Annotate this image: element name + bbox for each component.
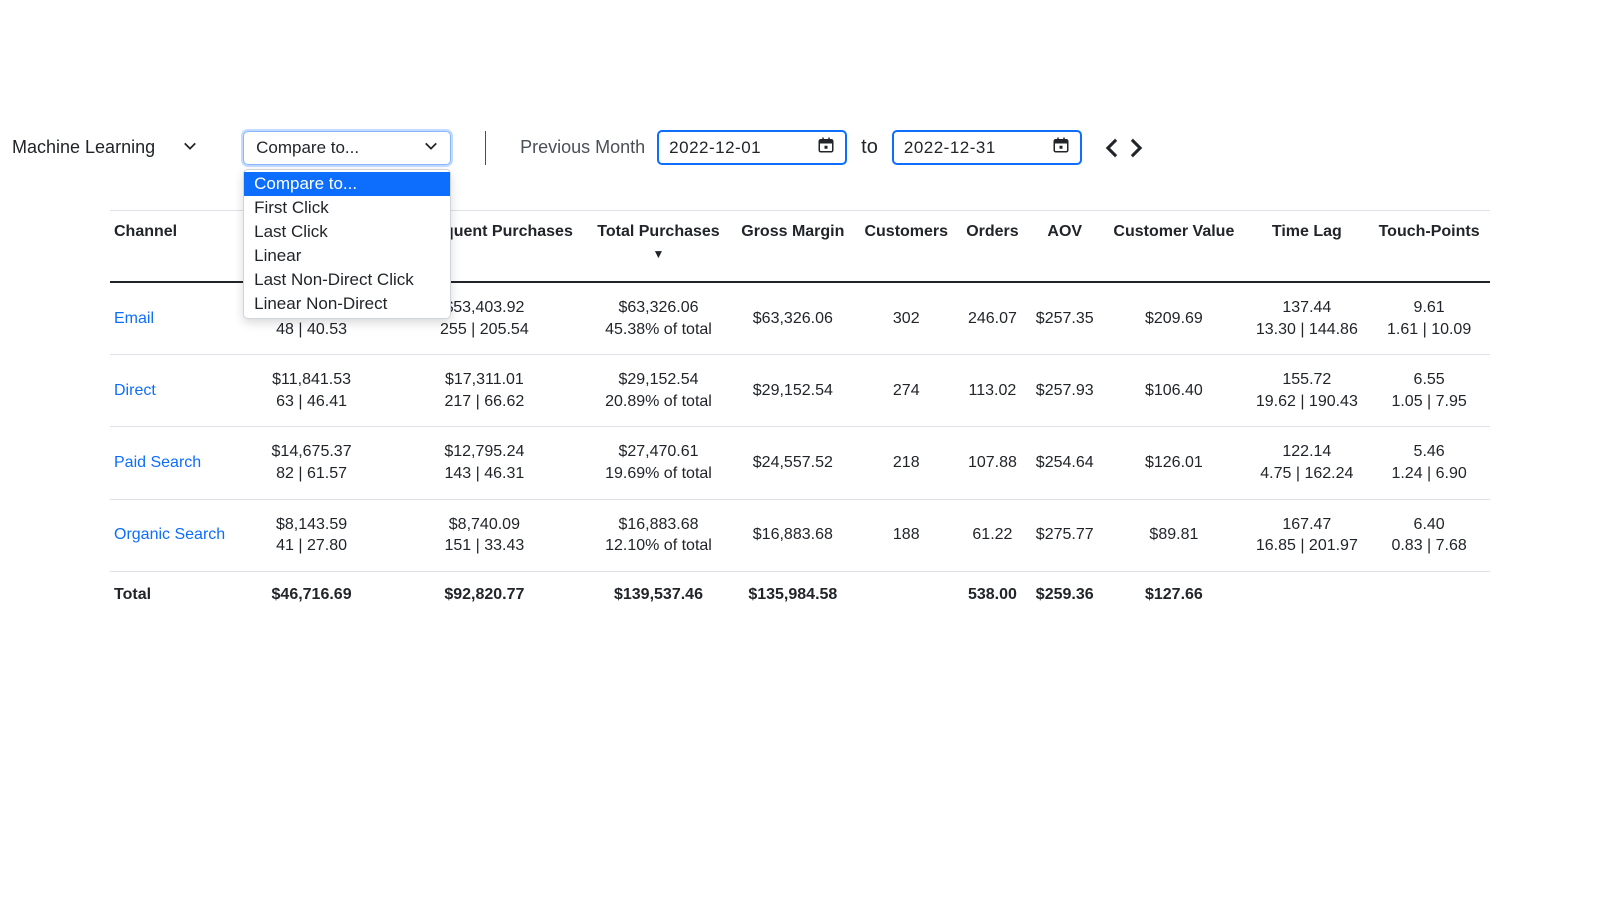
- date-from-value: 2022-12-01: [669, 138, 761, 158]
- cell-customer-value: $106.40: [1102, 355, 1245, 427]
- period-label: Previous Month: [520, 137, 645, 158]
- table-row: Direct $11,841.5363 | 46.41 $17,311.0121…: [110, 355, 1490, 427]
- cell-first-purchases: $14,675.3782 | 61.57: [240, 427, 382, 499]
- cell-time-lag: 137.4413.30 | 144.86: [1245, 282, 1368, 355]
- channel-link[interactable]: Paid Search: [114, 454, 201, 471]
- cell-subsequent-purchases: $8,740.09151 | 33.43: [383, 499, 586, 571]
- option-compare-to[interactable]: Compare to...: [244, 172, 450, 196]
- date-from-input[interactable]: 2022-12-01: [657, 130, 847, 165]
- cell-customers: 218: [855, 427, 958, 499]
- option-last-non-direct-click[interactable]: Last Non-Direct Click: [244, 268, 450, 292]
- cell-orders: 61.22: [958, 499, 1027, 571]
- th-touch-points[interactable]: Touch-Points: [1368, 211, 1490, 283]
- channel-link[interactable]: Direct: [114, 382, 156, 399]
- cell-total-purchases: $29,152.5420.89% of total: [586, 355, 731, 427]
- sort-indicator-icon: ▼: [592, 247, 725, 261]
- cell-gross-margin: $63,326.06: [731, 282, 855, 355]
- cell-touch-points: 6.400.83 | 7.68: [1368, 499, 1490, 571]
- divider: [485, 131, 486, 165]
- cell-touch-points: 6.551.05 | 7.95: [1368, 355, 1490, 427]
- cell-aov: $257.93: [1027, 355, 1102, 427]
- cell-touch-points: 5.461.24 | 6.90: [1368, 427, 1490, 499]
- th-customer-value[interactable]: Customer Value: [1102, 211, 1245, 283]
- chevron-down-icon: [183, 137, 197, 158]
- option-linear-non-direct[interactable]: Linear Non-Direct: [244, 292, 450, 316]
- cell-customer-value: $209.69: [1102, 282, 1245, 355]
- cell-customers: 274: [855, 355, 958, 427]
- totals-first-purchases: $46,716.69: [240, 571, 382, 618]
- totals-customer-value: $127.66: [1102, 571, 1245, 618]
- date-to-value: 2022-12-31: [904, 138, 996, 158]
- totals-orders: 538.00: [958, 571, 1027, 618]
- compare-dropdown: Compare to... First Click Last Click Lin…: [243, 169, 451, 319]
- cell-gross-margin: $24,557.52: [731, 427, 855, 499]
- totals-aov: $259.36: [1027, 571, 1102, 618]
- cell-total-purchases: $27,470.6119.69% of total: [586, 427, 731, 499]
- totals-customers: [855, 571, 958, 618]
- cell-first-purchases: $8,143.5941 | 27.80: [240, 499, 382, 571]
- to-label: to: [861, 136, 878, 159]
- cell-aov: $275.77: [1027, 499, 1102, 571]
- compare-select-label: Compare to...: [256, 138, 359, 158]
- cell-customers: 188: [855, 499, 958, 571]
- cell-customer-value: $89.81: [1102, 499, 1245, 571]
- chevron-down-icon: [424, 138, 438, 158]
- model-select-label: Machine Learning: [12, 137, 155, 158]
- th-total-purchases[interactable]: Total Purchases ▼: [586, 211, 731, 283]
- cell-aov: $254.64: [1027, 427, 1102, 499]
- totals-row: Total $46,716.69 $92,820.77 $139,537.46 …: [110, 571, 1490, 618]
- cell-total-purchases: $63,326.0645.38% of total: [586, 282, 731, 355]
- calendar-icon: [1052, 136, 1070, 159]
- cell-time-lag: 155.7219.62 | 190.43: [1245, 355, 1368, 427]
- option-last-click[interactable]: Last Click: [244, 220, 450, 244]
- cell-customer-value: $126.01: [1102, 427, 1245, 499]
- cell-aov: $257.35: [1027, 282, 1102, 355]
- channel-link[interactable]: Email: [114, 310, 154, 327]
- channel-link[interactable]: Organic Search: [114, 526, 225, 543]
- toolbar: Machine Learning Compare to... Compare t…: [12, 130, 1148, 165]
- cell-time-lag: 167.4716.85 | 201.97: [1245, 499, 1368, 571]
- totals-label: Total: [110, 571, 240, 618]
- compare-select[interactable]: Compare to...: [243, 131, 451, 165]
- cell-subsequent-purchases: $12,795.24143 | 46.31: [383, 427, 586, 499]
- totals-gross-margin: $135,984.58: [731, 571, 855, 618]
- totals-subsequent-purchases: $92,820.77: [383, 571, 586, 618]
- cell-orders: 246.07: [958, 282, 1027, 355]
- option-linear[interactable]: Linear: [244, 244, 450, 268]
- totals-total-purchases: $139,537.46: [586, 571, 731, 618]
- cell-first-purchases: $11,841.5363 | 46.41: [240, 355, 382, 427]
- cell-orders: 107.88: [958, 427, 1027, 499]
- th-orders[interactable]: Orders: [958, 211, 1027, 283]
- prev-period-button[interactable]: [1100, 136, 1124, 160]
- th-time-lag[interactable]: Time Lag: [1245, 211, 1368, 283]
- th-aov[interactable]: AOV: [1027, 211, 1102, 283]
- calendar-icon: [817, 136, 835, 159]
- totals-touch-points: [1368, 571, 1490, 618]
- cell-orders: 113.02: [958, 355, 1027, 427]
- cell-gross-margin: $16,883.68: [731, 499, 855, 571]
- totals-time-lag: [1245, 571, 1368, 618]
- table-row: Paid Search $14,675.3782 | 61.57 $12,795…: [110, 427, 1490, 499]
- cell-customers: 302: [855, 282, 958, 355]
- cell-time-lag: 122.144.75 | 162.24: [1245, 427, 1368, 499]
- cell-touch-points: 9.611.61 | 10.09: [1368, 282, 1490, 355]
- option-first-click[interactable]: First Click: [244, 196, 450, 220]
- date-to-input[interactable]: 2022-12-31: [892, 130, 1082, 165]
- cell-gross-margin: $29,152.54: [731, 355, 855, 427]
- th-gross-margin[interactable]: Gross Margin: [731, 211, 855, 283]
- cell-total-purchases: $16,883.6812.10% of total: [586, 499, 731, 571]
- model-select[interactable]: Machine Learning: [12, 137, 197, 158]
- th-customers[interactable]: Customers: [855, 211, 958, 283]
- cell-subsequent-purchases: $17,311.01217 | 66.62: [383, 355, 586, 427]
- next-period-button[interactable]: [1124, 136, 1148, 160]
- th-channel[interactable]: Channel: [110, 211, 240, 283]
- table-row: Organic Search $8,143.5941 | 27.80 $8,74…: [110, 499, 1490, 571]
